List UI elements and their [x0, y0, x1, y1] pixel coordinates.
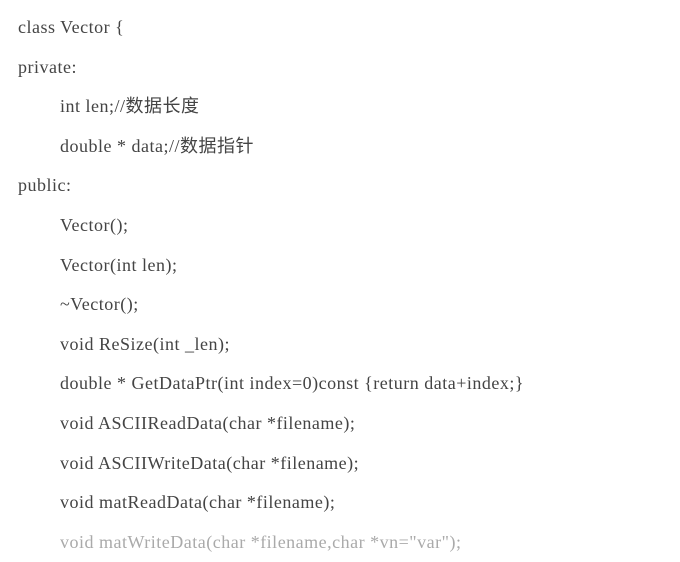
code-line: void ASCIIReadData(char *filename);: [18, 404, 662, 444]
code-block: class Vector { private: int len;//数据长度 d…: [18, 8, 662, 562]
code-line: double * GetDataPtr(int index=0)const {r…: [18, 364, 662, 404]
code-line: ~Vector();: [18, 285, 662, 325]
code-line: void matReadData(char *filename);: [18, 483, 662, 523]
code-line: class Vector {: [18, 8, 662, 48]
code-line: void ReSize(int _len);: [18, 325, 662, 365]
code-line: public:: [18, 166, 662, 206]
code-line: int len;//数据长度: [18, 87, 662, 127]
code-line: Vector();: [18, 206, 662, 246]
code-line: void ASCIIWriteData(char *filename);: [18, 444, 662, 484]
code-line: void matWriteData(char *filename,char *v…: [18, 523, 662, 562]
code-line: Vector(int len);: [18, 246, 662, 286]
code-line: private:: [18, 48, 662, 88]
code-line: double * data;//数据指针: [18, 127, 662, 167]
